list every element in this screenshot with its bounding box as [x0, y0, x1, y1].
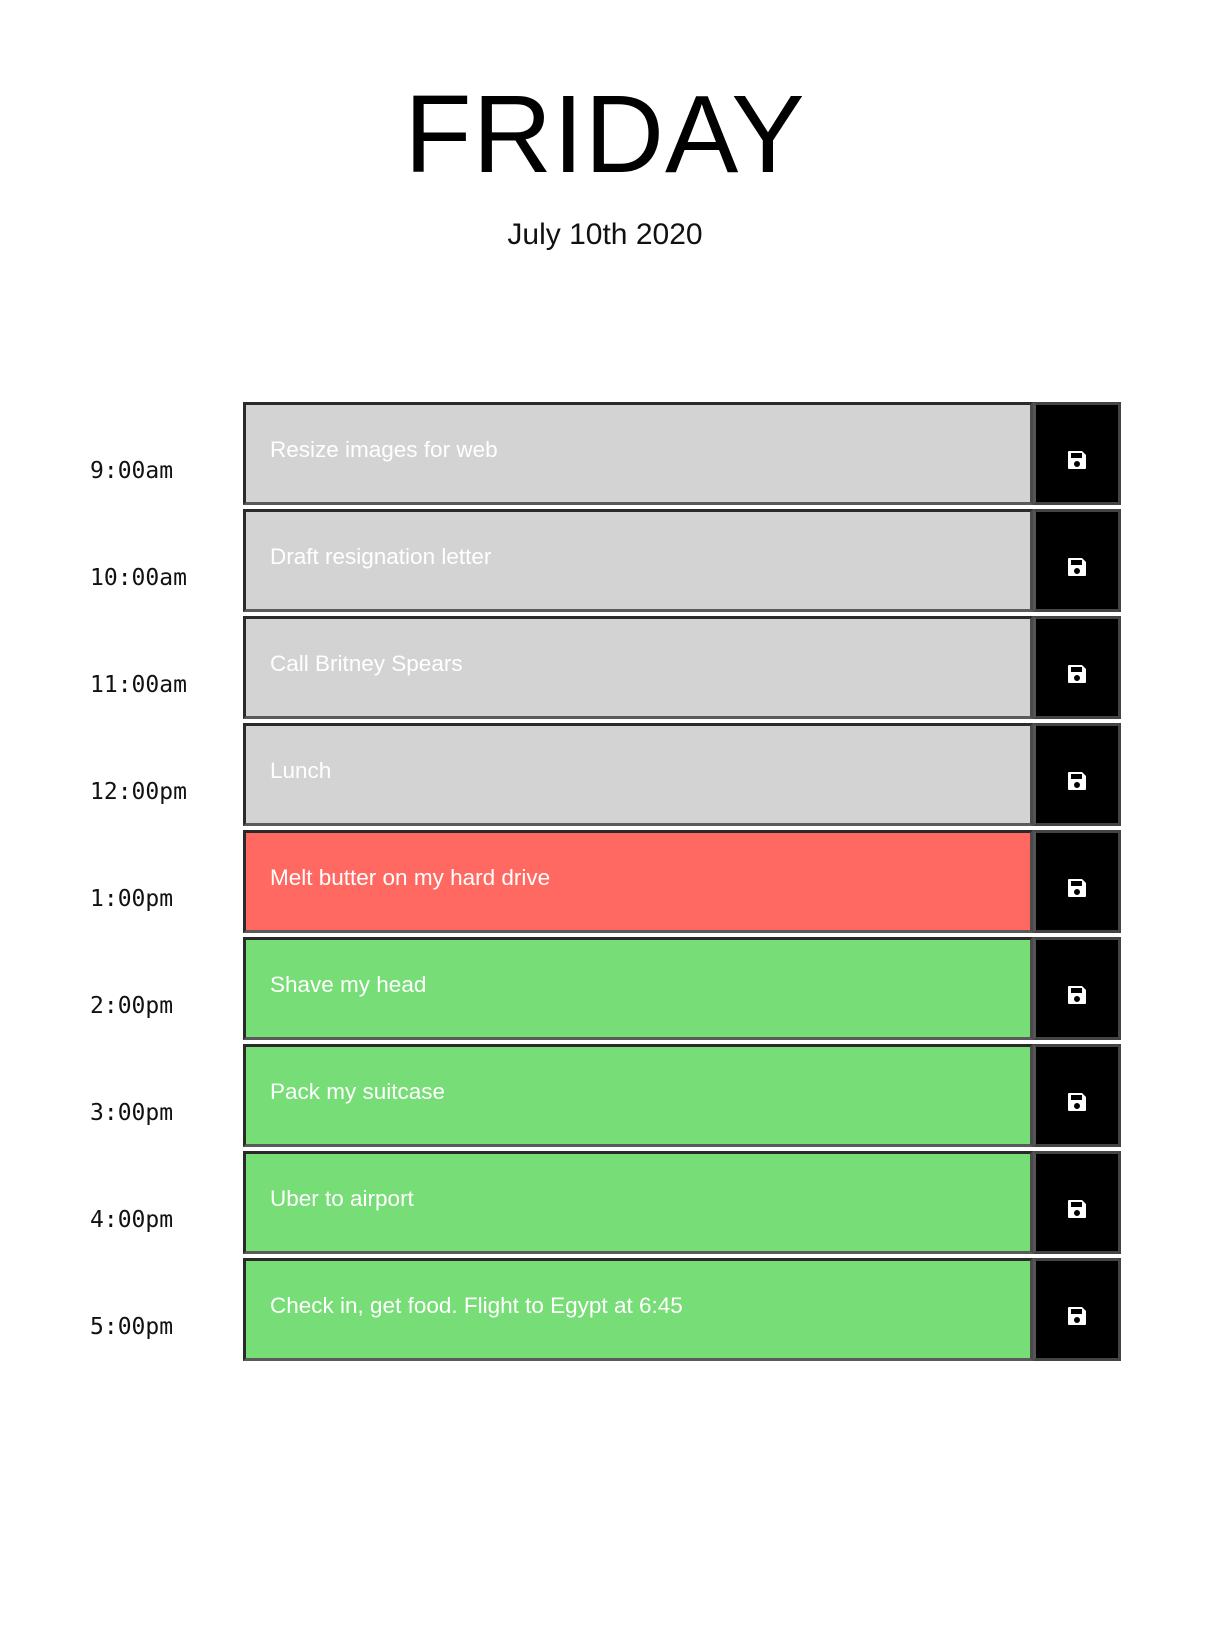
save-button[interactable] [1033, 616, 1121, 719]
time-block-row: 9:00am Resize images for web [0, 402, 1210, 519]
task-input[interactable]: Check in, get food. Flight to Egypt at 6… [243, 1258, 1033, 1361]
hour-label: 12:00pm [90, 779, 187, 805]
floppy-disk-icon [1068, 1092, 1086, 1111]
task-input[interactable]: Draft resignation letter [243, 509, 1033, 612]
save-button[interactable] [1033, 937, 1121, 1040]
save-button[interactable] [1033, 1258, 1121, 1361]
current-day: FRIDAY [404, 73, 806, 196]
floppy-disk-icon [1068, 1306, 1086, 1325]
task-input[interactable]: Melt butter on my hard drive [243, 830, 1033, 933]
current-date: July 10th 2020 [507, 218, 703, 251]
save-button[interactable] [1033, 723, 1121, 826]
time-block-row: 5:00pm Check in, get food. Flight to Egy… [0, 1258, 1210, 1375]
save-button[interactable] [1033, 1044, 1121, 1147]
save-button[interactable] [1033, 402, 1121, 505]
task-input[interactable]: Resize images for web [243, 402, 1033, 505]
floppy-disk-icon [1068, 771, 1086, 790]
time-block-row: 10:00am Draft resignation letter [0, 509, 1210, 626]
hour-label: 1:00pm [90, 886, 174, 912]
task-input[interactable]: Uber to airport [243, 1151, 1033, 1254]
task-input[interactable]: Lunch [243, 723, 1033, 826]
task-input[interactable]: Call Britney Spears [243, 616, 1033, 719]
hour-label: 3:00pm [90, 1100, 174, 1126]
time-block-row: 12:00pm Lunch [0, 723, 1210, 840]
hour-label: 11:00am [90, 672, 187, 698]
floppy-disk-icon [1068, 664, 1086, 683]
save-button[interactable] [1033, 830, 1121, 933]
time-block-row: 3:00pm Pack my suitcase [0, 1044, 1210, 1161]
floppy-disk-icon [1068, 557, 1086, 576]
time-block-row: 2:00pm Shave my head [0, 937, 1210, 1054]
time-block-row: 4:00pm Uber to airport [0, 1151, 1210, 1268]
time-block-row: 1:00pm Melt butter on my hard drive [0, 830, 1210, 947]
hour-label: 2:00pm [90, 993, 174, 1019]
hour-label: 4:00pm [90, 1207, 174, 1233]
hour-label: 9:00am [90, 458, 174, 484]
task-input[interactable]: Pack my suitcase [243, 1044, 1033, 1147]
time-block-row: 11:00am Call Britney Spears [0, 616, 1210, 733]
page-header: FRIDAY July 10th 2020 [0, 70, 1210, 252]
save-button[interactable] [1033, 509, 1121, 612]
save-button[interactable] [1033, 1151, 1121, 1254]
day-planner: 9:00am Resize images for web 10:00am Dra… [0, 402, 1210, 1375]
floppy-disk-icon [1068, 450, 1086, 469]
task-input[interactable]: Shave my head [243, 937, 1033, 1040]
floppy-disk-icon [1068, 1199, 1086, 1218]
hour-label: 10:00am [90, 565, 187, 591]
floppy-disk-icon [1068, 878, 1086, 897]
hour-label: 5:00pm [90, 1314, 174, 1340]
floppy-disk-icon [1068, 985, 1086, 1004]
